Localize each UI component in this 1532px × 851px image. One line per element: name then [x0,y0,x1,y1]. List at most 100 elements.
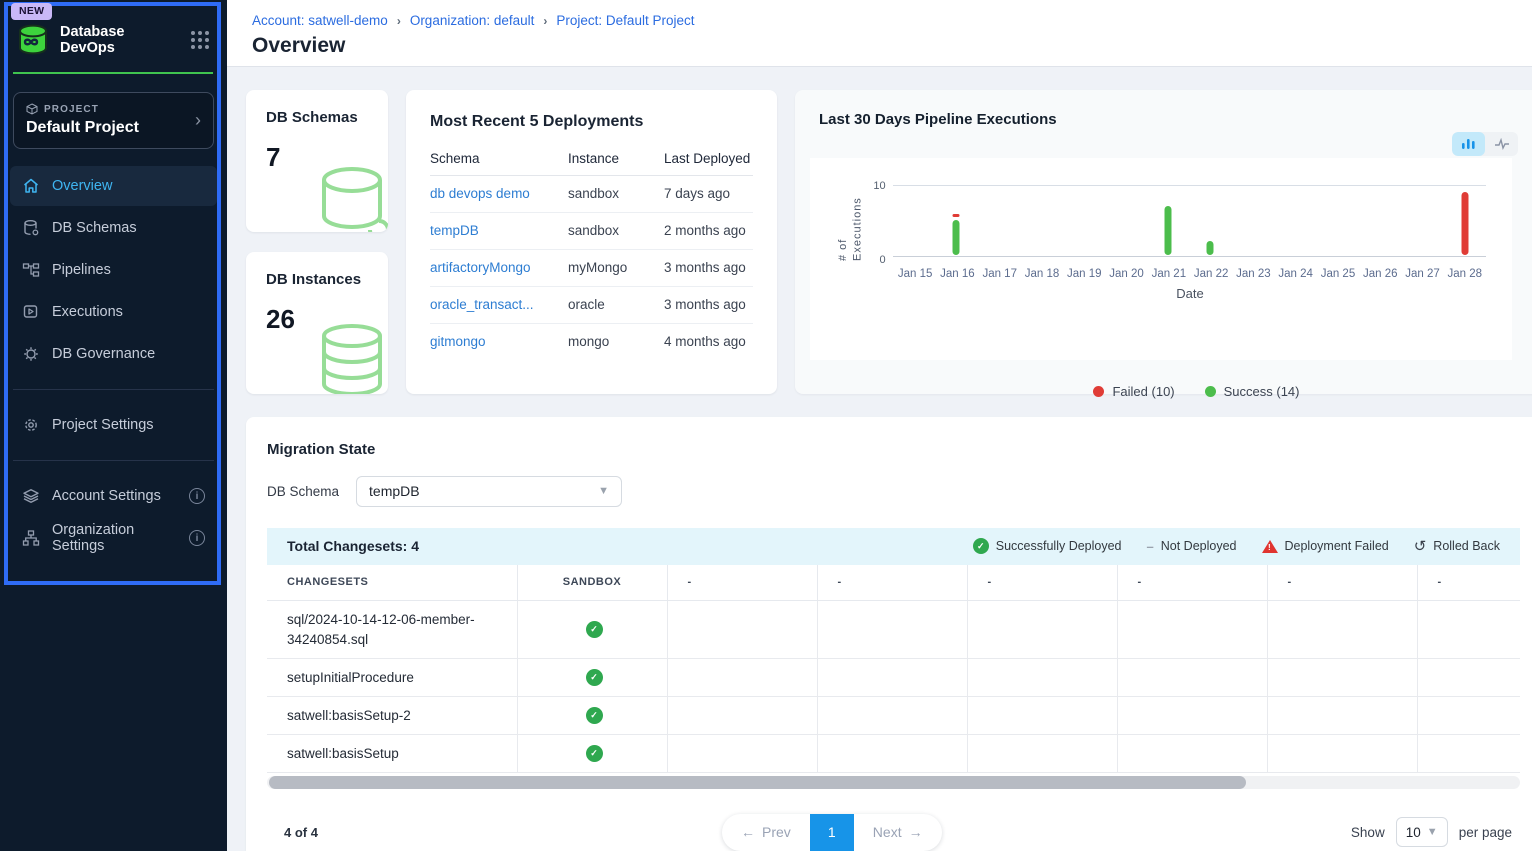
sidebar-item-account-settings[interactable]: Account Settings i [10,476,217,516]
changesets-table-container: CHANGESETS SANDBOX - - - - - - [267,565,1520,774]
deployed-check-icon: ✓ [586,669,603,686]
changesets-table: CHANGESETS SANDBOX - - - - - - [267,565,1520,774]
plot-area [893,185,1486,257]
page-size-value: 10 [1406,825,1421,840]
x-tick-label: Jan 17 [979,268,1021,280]
chart-type-toggle [1452,132,1518,156]
x-tick-label: Jan 24 [1275,268,1317,280]
deployment-schema-link[interactable]: db devops demo [430,186,568,201]
chart-plot-panel: # of Executions 10 0 Jan 15Jan 16Jan 17J… [810,158,1512,360]
project-selector[interactable]: PROJECT Default Project › [13,92,214,149]
new-badge: NEW [11,3,52,20]
sidebar-item-pipelines[interactable]: Pipelines [10,250,217,290]
changeset-name: satwell:basisSetup-2 [287,706,501,726]
db-schema-label: DB Schema [267,484,339,499]
chart-legend-item: Failed (10) [1093,384,1174,399]
pager: ← Prev 1 Next → [722,814,942,851]
sidebar-item-db-governance[interactable]: DB Governance [10,334,217,374]
legend-label: Failed (10) [1112,384,1174,399]
col-dash: - [1117,565,1267,601]
changeset-row: sql/2024-10-14-12-06-member-34240854.sql… [267,601,1520,659]
deployment-schema-link[interactable]: gitmongo [430,334,568,349]
schema-filter-row: DB Schema tempDB ▼ [267,476,1520,507]
per-page-label: per page [1459,825,1512,840]
app-title: Database DevOps [60,24,181,56]
org-chart-gear-icon [22,529,40,547]
info-icon[interactable]: i [189,530,205,546]
database-stack-illustration-icon [304,322,388,394]
governance-gear-icon [22,345,40,363]
legend-dot-icon [1205,386,1216,397]
x-tick-label: Jan 25 [1317,268,1359,280]
show-label: Show [1351,825,1385,840]
sidebar-item-overview[interactable]: Overview [10,166,217,206]
sidebar-nav-account: Account Settings i Organization Settings… [10,476,217,558]
scrollbar-thumb[interactable] [269,776,1246,789]
deployments-table-header: Schema Instance Last Deployed [430,151,753,176]
legend-dot-icon [1093,386,1104,397]
db-instances-card-title: DB Instances [266,271,388,288]
pagination: 4 of 4 ← Prev 1 Next → Show [267,813,1520,851]
deployment-row: tempDB sandbox 2 months ago [430,213,753,250]
breadcrumb: Account: satwell-demo › Organization: de… [252,13,1532,28]
legend-label: Success (14) [1224,384,1300,399]
next-button[interactable]: Next → [854,814,942,851]
horizontal-scrollbar[interactable] [267,776,1520,789]
sidebar-item-label: Organization Settings [52,522,177,554]
changeset-name: setupInitialProcedure [287,668,501,688]
deployments-col-last-deployed: Last Deployed [664,151,753,166]
main-area: Account: satwell-demo › Organization: de… [227,0,1532,851]
x-tick-label: Jan 26 [1359,268,1401,280]
db-schemas-card: DB Schemas 7 [246,90,388,232]
sidebar-item-project-settings[interactable]: Project Settings [10,405,217,445]
apps-grid-icon[interactable] [191,31,209,49]
breadcrumb-account-link[interactable]: Account: satwell-demo [252,13,388,28]
sidebar-item-label: Overview [52,178,205,194]
sidebar-nav-project: Project Settings [10,405,217,445]
sidebar-divider [13,460,214,461]
next-label: Next [873,824,902,840]
changeset-name: satwell:basisSetup [287,744,501,764]
deployment-last-deployed: 2 months ago [664,223,753,238]
changeset-row: satwell:basisSetup ✓ [267,735,1520,773]
deployment-schema-link[interactable]: artifactoryMongo [430,260,568,275]
deployment-last-deployed: 4 months ago [664,334,753,349]
prev-button[interactable]: ← Prev [722,814,810,851]
sidebar-item-label: DB Governance [52,346,205,362]
info-icon[interactable]: i [189,488,205,504]
x-tick-label: Jan 21 [1148,268,1190,280]
page-size-select[interactable]: 10 ▼ [1396,817,1448,847]
pipeline-executions-card: Last 30 Days Pipeline Executions [795,90,1532,394]
bar-failed [1461,192,1468,255]
bar-success [1207,241,1214,254]
breadcrumb-project-link[interactable]: Project: Default Project [556,13,694,28]
sidebar-item-label: Account Settings [52,488,177,504]
x-tick-label: Jan 15 [894,268,936,280]
x-tick-label: Jan 28 [1444,268,1486,280]
bar-chart-toggle-icon[interactable] [1452,132,1485,156]
chevron-down-icon: ▼ [598,485,609,497]
db-schema-select[interactable]: tempDB ▼ [356,476,622,507]
database-illustration-icon [304,164,388,232]
deployment-schema-link[interactable]: tempDB [430,223,568,238]
sidebar-item-executions[interactable]: Executions [10,292,217,332]
legend-rolled-back: ↺ Rolled Back [1414,539,1500,554]
dash-icon: – [1147,539,1154,554]
bar-success [953,220,960,255]
breadcrumb-separator: › [543,14,547,28]
deployment-instance: sandbox [568,186,664,201]
database-icon [22,219,40,237]
page-1-button[interactable]: 1 [810,814,854,851]
sidebar-nav: Overview DB Schemas Pipelines [10,166,217,374]
recent-deployments-title: Most Recent 5 Deployments [430,113,753,131]
deployment-schema-link[interactable]: oracle_transact... [430,297,568,312]
sidebar-item-db-schemas[interactable]: DB Schemas [10,208,217,248]
breadcrumb-organization-link[interactable]: Organization: default [410,13,535,28]
check-circle-icon: ✓ [973,538,989,554]
col-dash: - [1267,565,1417,601]
sidebar-item-organization-settings[interactable]: Organization Settings i [10,518,217,558]
x-tick-label: Jan 19 [1063,268,1105,280]
line-chart-toggle-icon[interactable] [1485,132,1518,156]
sidebar-item-label: Pipelines [52,262,205,278]
db-schemas-card-title: DB Schemas [266,109,388,126]
